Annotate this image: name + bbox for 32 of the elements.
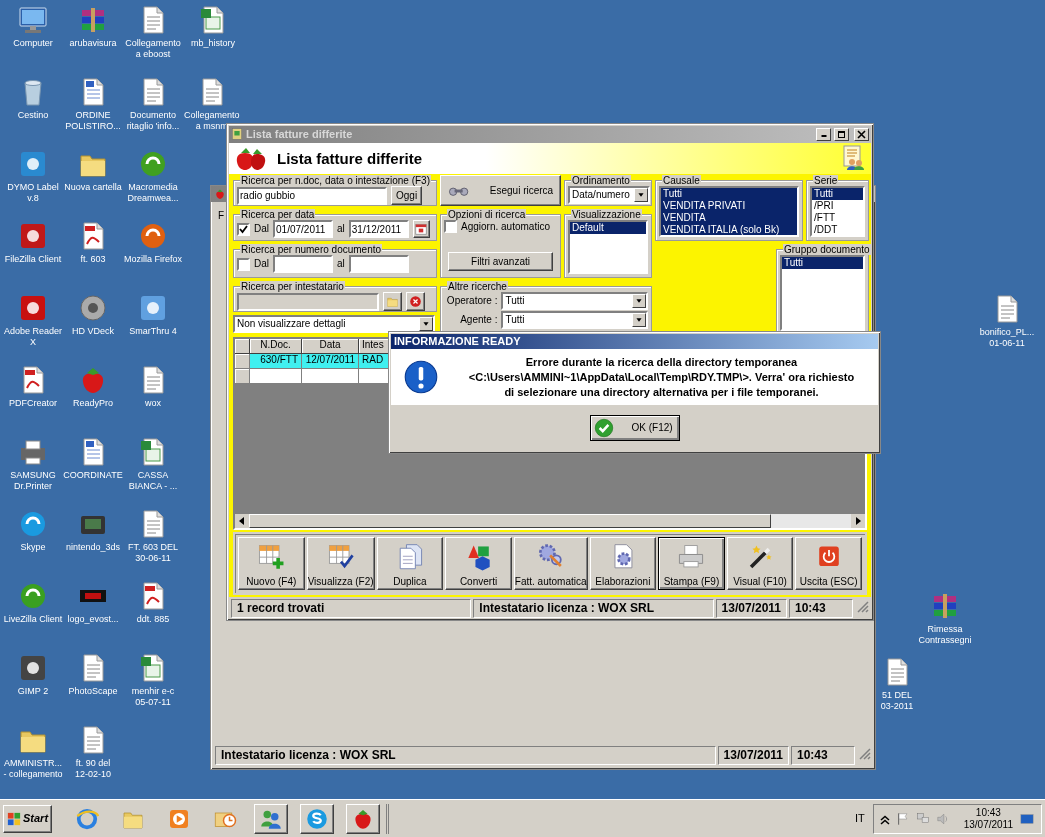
group-label: Visualizzazione [571,209,642,220]
window-title: Lista fatture differite [246,128,354,141]
group-label: Ricerca per numero documento [240,244,383,255]
checkbox-label: Dal [254,223,269,235]
checkbox-label: Aggiorn. automatico [461,220,550,233]
field-label: Operatore : [445,295,498,307]
group-label: Serie [813,175,839,186]
group-label: Ricerca per data [240,209,316,220]
group-label: Ricerca per intestatario [240,281,345,292]
group-label: Ricerca per n.doc, data o intestazione (F3) [240,175,431,186]
group-label: Altre ricerche [447,281,508,292]
field-label: al [337,223,345,235]
field-label: Agente : [459,314,498,326]
header-title: Lista fatture differite [277,149,424,167]
dialog-title: INFORMAZIONE READY [391,334,878,349]
checkbox-label: Dal [254,258,269,270]
status-panel: Intestatario licenza : WOX SRL [473,599,714,618]
status-panel: 13/07/2011 [717,746,789,765]
status-panel: 10:43 [791,746,855,765]
group-label: Ordinamento [571,175,631,186]
table-cell: 630/FTT [250,354,302,369]
field-label: al [337,258,345,270]
group-label: Causale [662,175,701,186]
status-panel: 13/07/2011 [715,599,787,618]
table-cell: 12/07/2011 [302,354,359,369]
status-panel: 1 record trovati [231,599,472,618]
status-panel: Intestatario licenza : WOX SRL [215,746,716,765]
group-label: Gruppo documento [783,244,871,255]
group-label: Opzioni di ricerca [447,209,527,220]
status-panel: 10:43 [789,599,853,618]
dialog-message: Errore durante la ricerca della directory temporanea <C:\Users\AMMINI~1\AppData\Local\Temp\RDY.TMP\>. Verra' ora richiesto di selezionare una directory alternativa per i file temporanei. [467,354,856,400]
field-label: F [218,210,225,222]
